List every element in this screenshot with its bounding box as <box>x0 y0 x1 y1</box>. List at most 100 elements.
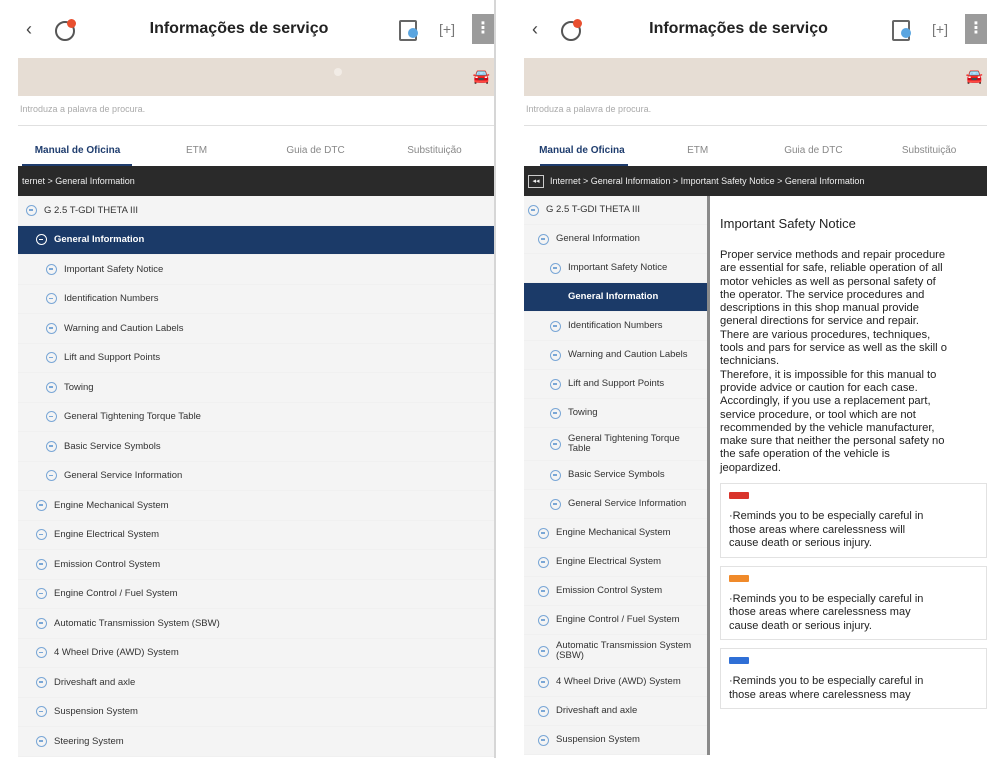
tab-substituicao[interactable]: Substituição <box>871 145 987 166</box>
collapse-minus-icon[interactable] <box>538 734 549 746</box>
collapse-tree-icon[interactable]: ◂◂ <box>528 174 544 188</box>
tree-item[interactable]: General Tightening Torque Table <box>524 428 707 461</box>
tree-item[interactable]: Driveshaft and axle <box>524 697 707 726</box>
tree-item[interactable]: Engine Electrical System <box>18 521 494 550</box>
collapse-minus-icon[interactable] <box>550 469 561 481</box>
tree-item[interactable]: Steering System <box>18 727 494 757</box>
tree-item[interactable]: Basic Service Symbols <box>524 461 707 490</box>
collapse-minus-icon[interactable] <box>550 262 561 274</box>
collapse-minus-icon[interactable] <box>46 293 57 305</box>
back-button[interactable]: ‹ <box>18 19 40 40</box>
tree-item[interactable]: Engine Mechanical System <box>524 519 707 548</box>
collapse-minus-icon[interactable] <box>538 556 549 568</box>
tree-item[interactable]: Identification Numbers <box>18 285 494 314</box>
collapse-minus-icon[interactable] <box>36 529 47 541</box>
fullscreen-icon[interactable]: [+] <box>434 18 460 40</box>
tree-item[interactable]: 4 Wheel Drive (AWD) System <box>524 668 707 697</box>
tree-item[interactable]: Automatic Transmission System (SBW) <box>524 635 707 668</box>
collapse-minus-icon[interactable] <box>528 204 539 216</box>
collapse-minus-icon[interactable] <box>46 470 57 482</box>
tree-item[interactable]: General Service Information <box>18 462 494 491</box>
more-menu-button[interactable]: ⋮ <box>472 14 494 44</box>
tree-item[interactable]: Warning and Caution Labels <box>18 314 494 344</box>
tree-item[interactable]: Emission Control System <box>524 577 707 606</box>
collapse-minus-icon[interactable] <box>550 349 561 361</box>
collapse-minus-icon[interactable] <box>36 588 47 600</box>
collapse-minus-icon[interactable] <box>36 234 47 246</box>
tree-item[interactable]: Engine Control / Fuel System <box>18 580 494 609</box>
tree-item[interactable]: Important Safety Notice <box>18 255 494 285</box>
collapse-minus-icon[interactable] <box>36 617 47 629</box>
tree-item[interactable]: Towing <box>18 373 494 403</box>
tree-item[interactable]: General Information <box>524 225 707 254</box>
tree-item[interactable]: Engine Mechanical System <box>18 491 494 521</box>
tree-item[interactable]: Lift and Support Points <box>524 370 707 399</box>
tree-item[interactable]: Towing <box>524 399 707 428</box>
car-icon[interactable]: 🚘 <box>966 68 983 85</box>
tree-item[interactable]: Engine Electrical System <box>524 548 707 577</box>
tree-item-label: Towing <box>568 406 598 418</box>
fullscreen-icon[interactable]: [+] <box>927 18 953 40</box>
collapse-minus-icon[interactable] <box>550 407 561 419</box>
tree-item[interactable]: Warning and Caution Labels <box>524 341 707 370</box>
tree-item[interactable]: Lift and Support Points <box>18 344 494 373</box>
collapse-minus-icon[interactable] <box>538 527 549 539</box>
tab-etm[interactable]: ETM <box>640 145 756 166</box>
collapse-minus-icon[interactable] <box>538 585 549 597</box>
tree-item[interactable]: General Service Information <box>524 490 707 519</box>
tab-manual-de-oficina[interactable]: Manual de Oficina <box>524 145 640 166</box>
more-menu-button[interactable]: ⋮ <box>965 14 987 44</box>
collapse-minus-icon[interactable] <box>46 440 57 452</box>
manual-book-icon[interactable] <box>889 18 915 41</box>
collapse-minus-icon[interactable] <box>46 352 57 364</box>
tree-item-label: Suspension System <box>54 706 138 718</box>
tree-item[interactable]: Driveshaft and axle <box>18 668 494 698</box>
search-input[interactable]: Introduza a palavra de procura. <box>524 96 987 126</box>
tab-guia-de-dtc[interactable]: Guia de DTC <box>756 145 872 166</box>
collapse-minus-icon[interactable] <box>36 676 47 688</box>
tree-item[interactable]: 4 Wheel Drive (AWD) System <box>18 639 494 668</box>
tree-item-label: Driveshaft and axle <box>556 704 638 716</box>
tree-item[interactable]: G 2.5 T-GDI THETA III <box>524 196 707 225</box>
tab-substituicao[interactable]: Substituição <box>375 145 494 166</box>
tree-item[interactable]: Suspension System <box>524 726 707 755</box>
tab-manual-de-oficina[interactable]: Manual de Oficina <box>18 145 137 166</box>
tree-item[interactable]: Emission Control System <box>18 550 494 580</box>
collapse-minus-icon[interactable] <box>550 498 561 510</box>
tab-guia-de-dtc[interactable]: Guia de DTC <box>256 145 375 166</box>
collapse-minus-icon[interactable] <box>550 438 561 450</box>
collapse-minus-icon[interactable] <box>46 381 57 393</box>
collapse-minus-icon[interactable] <box>36 735 47 747</box>
collapse-minus-icon[interactable] <box>538 676 549 688</box>
collapse-minus-icon[interactable] <box>36 558 47 570</box>
collapse-minus-icon[interactable] <box>26 204 37 216</box>
collapse-minus-icon[interactable] <box>538 705 549 717</box>
tree-item[interactable]: Basic Service Symbols <box>18 432 494 462</box>
tree-item[interactable]: General Information <box>524 283 707 312</box>
collapse-minus-icon[interactable] <box>36 499 47 511</box>
manual-book-icon[interactable] <box>396 18 422 41</box>
collapse-minus-icon[interactable] <box>538 233 549 245</box>
collapse-minus-icon[interactable] <box>46 263 57 275</box>
tree-item[interactable]: Important Safety Notice <box>524 254 707 283</box>
tree-item-label: Warning and Caution Labels <box>64 322 184 334</box>
tree-item[interactable]: Automatic Transmission System (SBW) <box>18 609 494 639</box>
collapse-minus-icon[interactable] <box>550 320 561 332</box>
car-icon[interactable]: 🚘 <box>473 68 490 85</box>
tab-etm[interactable]: ETM <box>137 145 256 166</box>
tree-item[interactable]: General Information <box>18 225 494 255</box>
collapse-minus-icon[interactable] <box>46 411 57 423</box>
back-button[interactable]: ‹ <box>524 19 546 40</box>
search-input[interactable]: Introduza a palavra de procura. <box>18 96 494 126</box>
tree-item[interactable]: General Tightening Torque Table <box>18 403 494 432</box>
collapse-minus-icon[interactable] <box>46 322 57 334</box>
collapse-minus-icon[interactable] <box>538 614 549 626</box>
collapse-minus-icon[interactable] <box>36 706 47 718</box>
tree-item[interactable]: G 2.5 T-GDI THETA III <box>18 196 494 226</box>
tree-item[interactable]: Engine Control / Fuel System <box>524 606 707 635</box>
collapse-minus-icon[interactable] <box>538 645 549 657</box>
tree-item[interactable]: Suspension System <box>18 698 494 727</box>
collapse-minus-icon[interactable] <box>36 647 47 659</box>
tree-item[interactable]: Identification Numbers <box>524 312 707 341</box>
collapse-minus-icon[interactable] <box>550 378 561 390</box>
